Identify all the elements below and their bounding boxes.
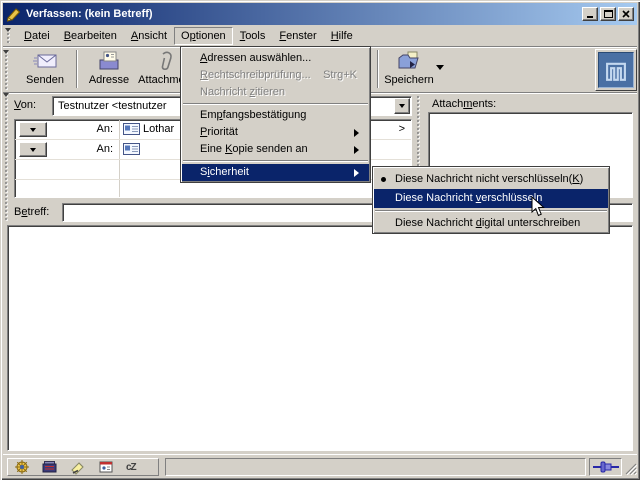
recipient-type-label: An: [55, 123, 113, 135]
mozilla-logo [595, 49, 637, 91]
recipient-type-label: An: [55, 143, 113, 155]
collapse-arrow-icon [5, 28, 11, 35]
attachments-label: Attachments: [432, 98, 496, 110]
compose-window: Verfassen: (kein Betreff) Datei Bearbeit… [0, 0, 640, 480]
menuitem-empfangsbestaetigung[interactable]: Empfangsbestätigung [182, 107, 369, 124]
from-dropdown-button[interactable] [394, 98, 410, 114]
menuitem-adressen-auswaehlen[interactable]: Adressen auswählen... [182, 50, 369, 67]
menubar: Datei Bearbeiten Ansicht Optionen Tools … [3, 25, 637, 46]
mail-icon[interactable] [42, 459, 58, 475]
collapse-arrow-icon [3, 50, 9, 57]
composer-icon[interactable] [70, 459, 86, 475]
save-dropdown-arrow-icon[interactable] [436, 65, 444, 74]
navigator-icon[interactable] [14, 459, 30, 475]
minimize-button[interactable] [582, 7, 598, 21]
menuitem-sicherheit[interactable]: Sicherheit [182, 164, 369, 181]
submenuitem-verschluesseln[interactable]: Diese Nachricht verschlüsseln [374, 189, 608, 208]
from-label: Von: [14, 99, 36, 111]
menuitem-rechtschreibpruefung: Rechtschreibprüfung... Strg+K [182, 67, 369, 84]
addressbook-icon[interactable] [98, 459, 114, 475]
online-plug-icon [593, 461, 619, 473]
address-card-icon [123, 142, 140, 156]
toolbar-separator [76, 50, 78, 88]
sicherheit-submenu: Diese Nachricht nicht verschlüsseln(K) D… [372, 166, 610, 234]
menu-separator [183, 160, 368, 162]
menuitem-nachricht-zitieren: Nachricht zitieren [182, 84, 369, 101]
toolbar-grippy[interactable] [4, 50, 9, 90]
menu-hilfe[interactable]: Hilfe [324, 27, 360, 45]
optionen-menu: Adressen auswählen... Rechtschreibprüfun… [180, 46, 371, 183]
menu-datei[interactable]: Datei [17, 27, 57, 45]
chevron-down-icon [30, 148, 36, 155]
titlebar[interactable]: Verfassen: (kein Betreff) [3, 3, 637, 25]
mouse-cursor [531, 196, 546, 218]
menuitem-shortcut: Strg+K [323, 67, 357, 84]
collapse-arrow-icon [3, 93, 9, 100]
submenu-arrow-icon [354, 169, 363, 177]
menu-bearbeiten[interactable]: Bearbeiten [57, 27, 124, 45]
window-controls [580, 7, 634, 21]
subject-label: Betreff: [14, 206, 49, 218]
submenuitem-nicht-verschluesseln[interactable]: Diese Nachricht nicht verschlüsseln(K) [374, 170, 608, 189]
toolbar-separator [377, 50, 379, 88]
address-book-icon [96, 49, 122, 73]
menu-separator [375, 210, 607, 212]
resize-grip[interactable] [623, 461, 637, 475]
recipient-address-tail: > [399, 123, 405, 135]
mozilla-m-icon [598, 52, 634, 88]
maximize-icon [604, 10, 613, 18]
recipient-type-button[interactable] [19, 122, 47, 137]
recipient-address: Lothar [143, 123, 174, 135]
save-button[interactable]: Speichern [383, 49, 435, 91]
message-body-editor[interactable] [7, 225, 633, 451]
save-folder-icon [396, 49, 422, 73]
radio-selected-icon [381, 177, 386, 182]
chevron-down-icon [399, 104, 405, 111]
online-status-panel[interactable] [589, 458, 622, 476]
menu-optionen[interactable]: Optionen [174, 27, 233, 45]
statusbar: cZ [3, 454, 637, 477]
menu-ansicht[interactable]: Ansicht [124, 27, 174, 45]
minimize-icon [587, 16, 593, 18]
address-button[interactable]: Adresse [82, 49, 136, 91]
maximize-button[interactable] [600, 7, 616, 21]
menu-fenster[interactable]: Fenster [272, 27, 323, 45]
chevron-down-icon [30, 128, 36, 135]
window-compose-icon [6, 6, 22, 22]
menuitem-eine-kopie-senden-an[interactable]: Eine Kopie senden an [182, 141, 369, 158]
close-icon [622, 10, 630, 18]
menubar-grippy[interactable] [6, 28, 11, 43]
send-button[interactable]: Senden [17, 49, 73, 91]
send-envelope-icon [32, 49, 58, 73]
recipient-type-button[interactable] [19, 142, 47, 157]
menuitem-prioritaet[interactable]: Priorität [182, 124, 369, 141]
submenu-arrow-icon [354, 129, 363, 137]
window-title: Verfassen: (kein Betreff) [26, 8, 580, 20]
status-text-panel [165, 458, 586, 476]
menu-separator [183, 103, 368, 105]
address-card-icon [123, 122, 140, 136]
close-button[interactable] [618, 7, 634, 21]
submenu-arrow-icon [354, 146, 363, 154]
component-bar: cZ [7, 458, 159, 476]
chatzilla-icon[interactable]: cZ [126, 462, 136, 473]
paperclip-icon [153, 49, 179, 73]
submenuitem-digital-unterschreiben[interactable]: Diese Nachricht digital unterschreiben [374, 214, 608, 233]
menu-tools[interactable]: Tools [233, 27, 273, 45]
